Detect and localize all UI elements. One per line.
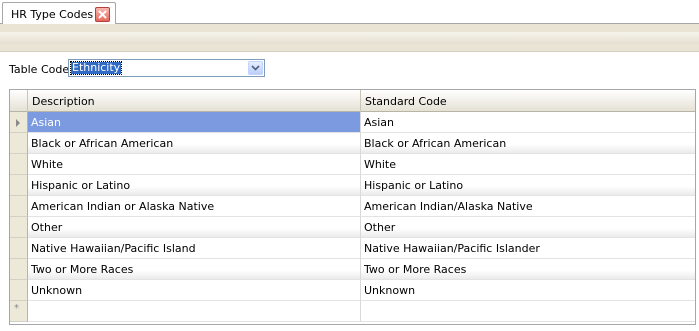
cell-standard-code[interactable]: Unknown bbox=[361, 280, 695, 301]
cell-standard-code[interactable]: White bbox=[361, 154, 695, 175]
grid-rows: Asian Asian Black or African American Black… bbox=[10, 112, 695, 322]
row-selector[interactable] bbox=[10, 280, 28, 301]
cell-standard-code[interactable]: Native Hawaiian/Pacific Islander bbox=[361, 238, 695, 259]
row-selector[interactable] bbox=[10, 133, 28, 154]
table-row[interactable]: Unknown Unknown bbox=[10, 280, 695, 301]
row-selector[interactable]: * bbox=[10, 301, 28, 322]
cell-standard-code[interactable]: Two or More Races bbox=[361, 259, 695, 280]
tab-title: HR Type Codes bbox=[11, 8, 94, 21]
row-selector[interactable] bbox=[10, 238, 28, 259]
column-header-standard-code[interactable]: Standard Code bbox=[361, 90, 695, 112]
cell-standard-code[interactable]: Other bbox=[361, 217, 695, 238]
table-row[interactable]: American Indian or Alaska Native American… bbox=[10, 196, 695, 217]
toolbar-band bbox=[0, 24, 699, 52]
cell-standard-code[interactable]: American Indian/Alaska Native bbox=[361, 196, 695, 217]
row-selector[interactable] bbox=[10, 259, 28, 280]
column-header-description[interactable]: Description bbox=[28, 90, 361, 112]
table-row[interactable]: Native Hawaiian/Pacific Island Native Haw… bbox=[10, 238, 695, 259]
cell-standard-code[interactable]: Hispanic or Latino bbox=[361, 175, 695, 196]
table-row[interactable]: White White bbox=[10, 154, 695, 175]
table-code-label: Table Code bbox=[9, 63, 70, 76]
cell-description[interactable]: Other bbox=[28, 217, 361, 238]
cell-description[interactable]: White bbox=[28, 154, 361, 175]
table-row[interactable]: Black or African American Black or Africa… bbox=[10, 133, 695, 154]
cell-description[interactable]: American Indian or Alaska Native bbox=[28, 196, 361, 217]
cell-description[interactable]: Hispanic or Latino bbox=[28, 175, 361, 196]
cell-description[interactable]: Two or More Races bbox=[28, 259, 361, 280]
cell-standard-code[interactable]: Black or African American bbox=[361, 133, 695, 154]
tab-strip: HR Type Codes bbox=[0, 0, 699, 25]
close-icon[interactable] bbox=[95, 7, 110, 22]
cell-description[interactable]: Unknown bbox=[28, 280, 361, 301]
cell-description[interactable]: Asian bbox=[28, 112, 361, 133]
new-row[interactable]: * bbox=[10, 301, 695, 322]
cell-description[interactable] bbox=[28, 301, 361, 322]
table-code-value: Ethnicity bbox=[69, 61, 123, 75]
grid-header: Description Standard Code bbox=[10, 90, 695, 112]
table-row[interactable]: Two or More Races Two or More Races bbox=[10, 259, 695, 280]
new-row-icon: * bbox=[14, 303, 19, 314]
row-selector[interactable] bbox=[10, 112, 28, 133]
cell-standard-code[interactable]: Asian bbox=[361, 112, 695, 133]
toolbar-stripe bbox=[0, 32, 699, 44]
tab-hr-type-codes[interactable]: HR Type Codes bbox=[2, 2, 116, 25]
table-row[interactable]: Other Other bbox=[10, 217, 695, 238]
row-selector[interactable] bbox=[10, 196, 28, 217]
codes-grid[interactable]: Description Standard Code Asian Asian Blac… bbox=[9, 89, 696, 325]
row-selector[interactable] bbox=[10, 154, 28, 175]
row-selector[interactable] bbox=[10, 175, 28, 196]
cell-description[interactable]: Black or African American bbox=[28, 133, 361, 154]
cell-standard-code[interactable] bbox=[361, 301, 695, 322]
table-row[interactable]: Asian Asian bbox=[10, 112, 695, 133]
row-header-corner bbox=[10, 90, 28, 112]
table-code-dropdown[interactable]: Ethnicity bbox=[68, 59, 265, 77]
table-row[interactable]: Hispanic or Latino Hispanic or Latino bbox=[10, 175, 695, 196]
current-row-arrow-icon bbox=[16, 119, 20, 127]
cell-description[interactable]: Native Hawaiian/Pacific Island bbox=[28, 238, 361, 259]
chevron-down-icon[interactable] bbox=[248, 61, 263, 75]
row-selector[interactable] bbox=[10, 217, 28, 238]
